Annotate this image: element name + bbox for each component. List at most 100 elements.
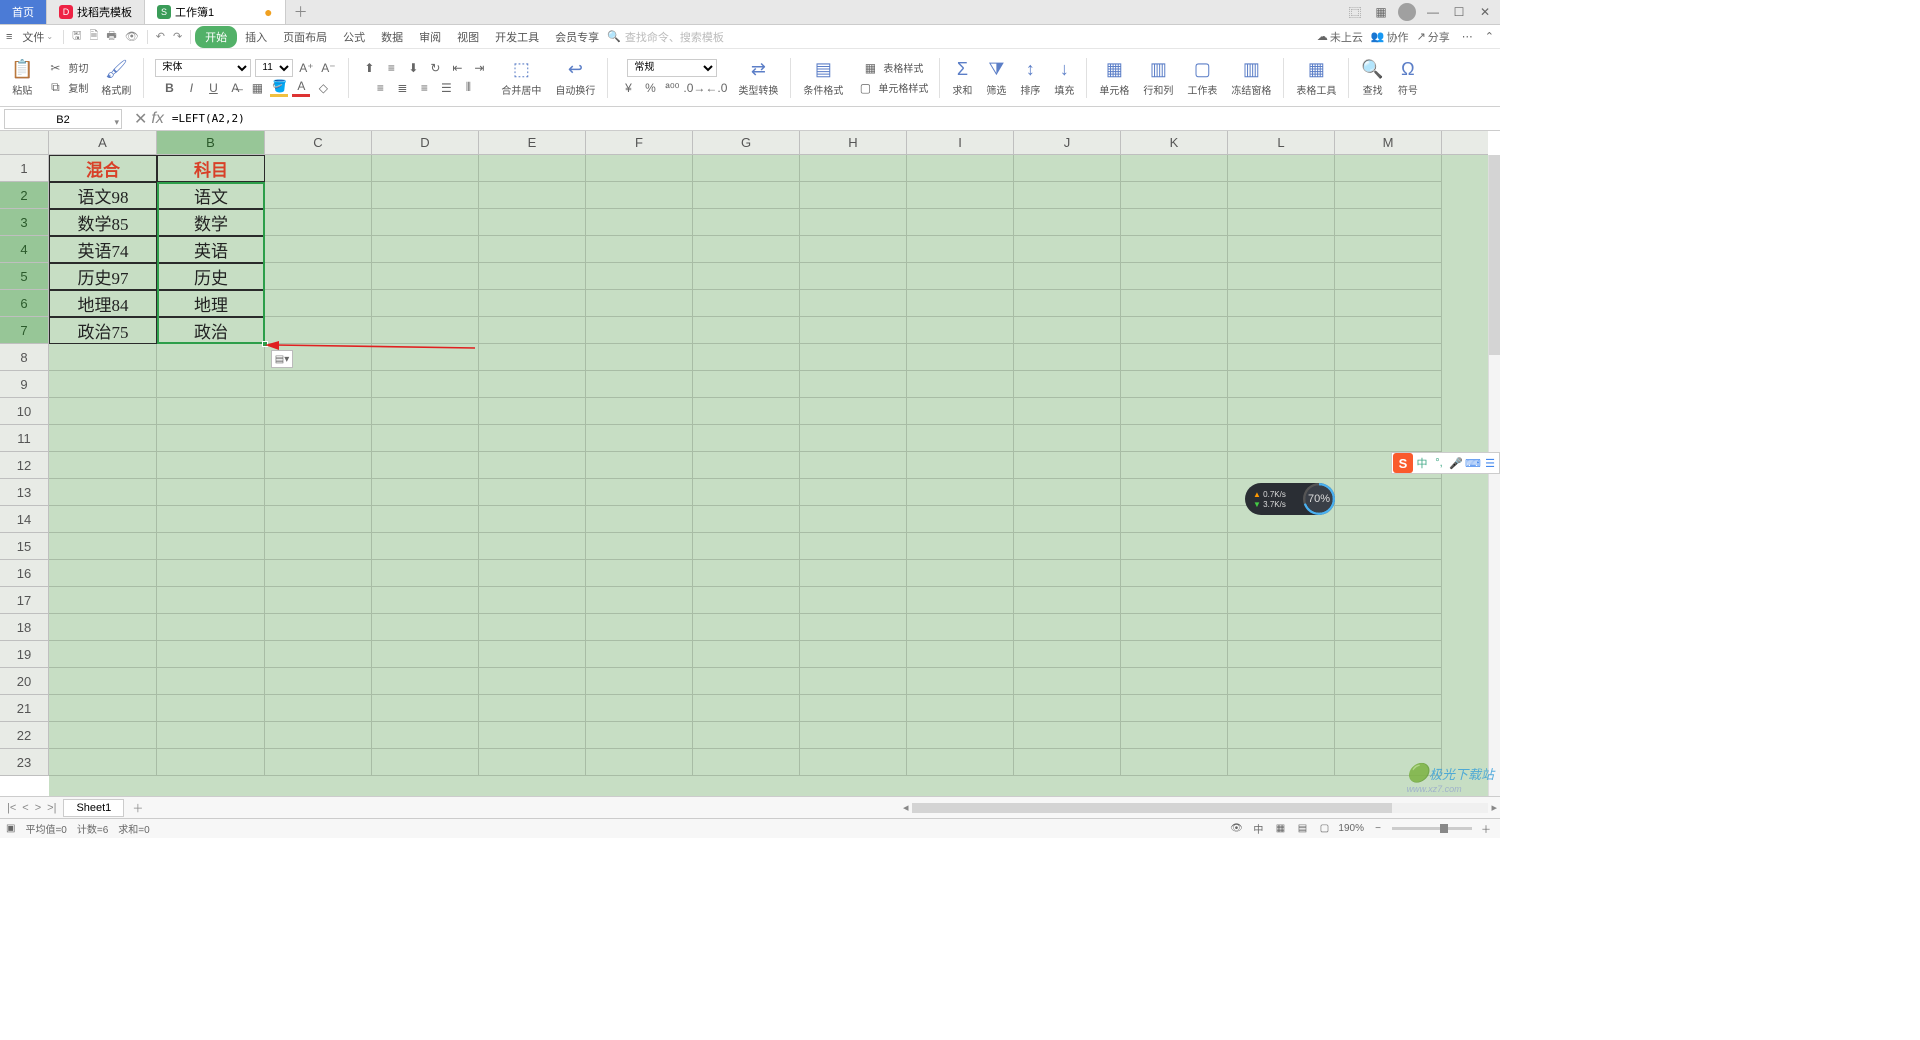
horizontal-scrollbar[interactable]: ◂ ▸ (900, 797, 1500, 818)
cell-K14[interactable] (1121, 506, 1228, 533)
cell-D21[interactable] (372, 695, 479, 722)
tab-home[interactable]: 首页 (0, 0, 47, 24)
cell-I13[interactable] (907, 479, 1014, 506)
cell-G12[interactable] (693, 452, 800, 479)
cell-F4[interactable] (586, 236, 693, 263)
cell-K11[interactable] (1121, 425, 1228, 452)
cell-F19[interactable] (586, 641, 693, 668)
cell-J6[interactable] (1014, 290, 1121, 317)
cell-I22[interactable] (907, 722, 1014, 749)
cell-M6[interactable] (1335, 290, 1442, 317)
sheet-first-icon[interactable]: |< (4, 802, 19, 814)
cell-G5[interactable] (693, 263, 800, 290)
ribbon-tab-data[interactable]: 数据 (373, 27, 411, 47)
cell-J5[interactable] (1014, 263, 1121, 290)
cell-K22[interactable] (1121, 722, 1228, 749)
cell-H14[interactable] (800, 506, 907, 533)
zoom-in-icon[interactable]: ＋ (1478, 821, 1494, 837)
ribbon-tab-insert[interactable]: 插入 (237, 27, 275, 47)
cell-H17[interactable] (800, 587, 907, 614)
ime-toolbar[interactable]: S 中 °, 🎤 ⌨ ☰ (1391, 452, 1500, 474)
cell-F17[interactable] (586, 587, 693, 614)
cell-G23[interactable] (693, 749, 800, 776)
col-header-G[interactable]: G (693, 131, 800, 154)
sheet-tab[interactable]: Sheet1 (63, 799, 124, 817)
cell-L11[interactable] (1228, 425, 1335, 452)
cell-I11[interactable] (907, 425, 1014, 452)
cell-K20[interactable] (1121, 668, 1228, 695)
cell-H6[interactable] (800, 290, 907, 317)
cell-F14[interactable] (586, 506, 693, 533)
zoom-out-icon[interactable]: − (1370, 821, 1386, 837)
add-tab-button[interactable]: ＋ (286, 2, 316, 22)
row-header-21[interactable]: 21 (0, 695, 48, 722)
tbltool-button[interactable]: ▦表格工具 (1291, 54, 1341, 102)
cell-B13[interactable] (157, 479, 265, 506)
cell-H12[interactable] (800, 452, 907, 479)
cell-H22[interactable] (800, 722, 907, 749)
maximize-button[interactable]: ☐ (1450, 3, 1468, 21)
ribbon-tab-member[interactable]: 会员专享 (547, 27, 607, 47)
cell-H16[interactable] (800, 560, 907, 587)
cell-K10[interactable] (1121, 398, 1228, 425)
cell-F16[interactable] (586, 560, 693, 587)
cell-C2[interactable] (265, 182, 372, 209)
cell-M4[interactable] (1335, 236, 1442, 263)
cell-B18[interactable] (157, 614, 265, 641)
cell-C15[interactable] (265, 533, 372, 560)
number-format-select[interactable]: 常规 (627, 59, 717, 77)
cell-C5[interactable] (265, 263, 372, 290)
save-as-icon[interactable]: 🗎 (86, 25, 103, 48)
cell-H9[interactable] (800, 371, 907, 398)
cell-K12[interactable] (1121, 452, 1228, 479)
zoom-slider[interactable] (1392, 827, 1472, 830)
col-header-E[interactable]: E (479, 131, 586, 154)
cell-J20[interactable] (1014, 668, 1121, 695)
cell-M19[interactable] (1335, 641, 1442, 668)
cell-I4[interactable] (907, 236, 1014, 263)
cell-L5[interactable] (1228, 263, 1335, 290)
cell-A13[interactable] (49, 479, 157, 506)
cell-L8[interactable] (1228, 344, 1335, 371)
layout-icon[interactable]: ⿴ (1346, 3, 1364, 21)
scissors-icon[interactable]: ✂ (46, 59, 64, 77)
cell-L21[interactable] (1228, 695, 1335, 722)
cell-E3[interactable] (479, 209, 586, 236)
cell-H20[interactable] (800, 668, 907, 695)
cell-E2[interactable] (479, 182, 586, 209)
cell-B17[interactable] (157, 587, 265, 614)
print-icon[interactable]: 🖶 (102, 25, 120, 48)
cell-J21[interactable] (1014, 695, 1121, 722)
cell-G11[interactable] (693, 425, 800, 452)
autofill-options-button[interactable]: ▤▾ (271, 350, 293, 368)
cell-L10[interactable] (1228, 398, 1335, 425)
cell-B20[interactable] (157, 668, 265, 695)
cell-D6[interactable] (372, 290, 479, 317)
cell-B21[interactable] (157, 695, 265, 722)
cell-E19[interactable] (479, 641, 586, 668)
cell-A18[interactable] (49, 614, 157, 641)
row-header-4[interactable]: 4 (0, 236, 48, 263)
cell-F12[interactable] (586, 452, 693, 479)
row-header-22[interactable]: 22 (0, 722, 48, 749)
cell-M22[interactable] (1335, 722, 1442, 749)
cell-G14[interactable] (693, 506, 800, 533)
col-header-D[interactable]: D (372, 131, 479, 154)
cell-K9[interactable] (1121, 371, 1228, 398)
select-all-corner[interactable] (0, 131, 49, 155)
cell-D10[interactable] (372, 398, 479, 425)
chinese-icon[interactable]: 中 (1250, 821, 1266, 837)
row-header-13[interactable]: 13 (0, 479, 48, 506)
cell-E12[interactable] (479, 452, 586, 479)
row-header-9[interactable]: 9 (0, 371, 48, 398)
cell-E8[interactable] (479, 344, 586, 371)
cell-H23[interactable] (800, 749, 907, 776)
font-select[interactable]: 宋体 (155, 59, 251, 77)
cell-H19[interactable] (800, 641, 907, 668)
row-header-1[interactable]: 1 (0, 155, 48, 182)
cell-B1[interactable]: 科目 (157, 155, 265, 182)
cell-G6[interactable] (693, 290, 800, 317)
cell-J23[interactable] (1014, 749, 1121, 776)
cell-D11[interactable] (372, 425, 479, 452)
cell-L15[interactable] (1228, 533, 1335, 560)
